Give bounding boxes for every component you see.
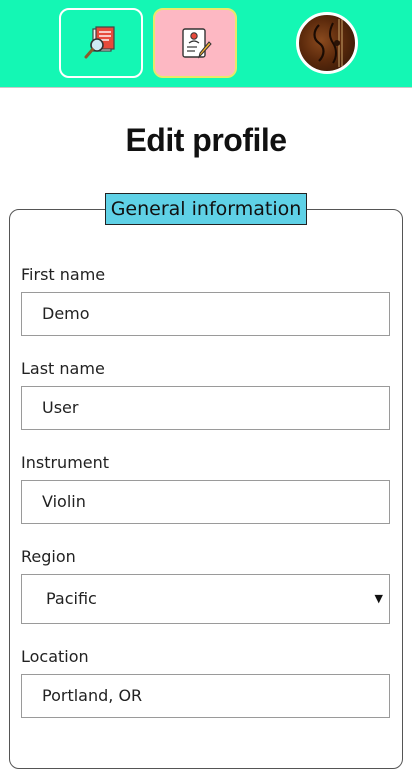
dropdown-arrow-icon: ▼ xyxy=(374,592,383,605)
user-avatar[interactable] xyxy=(296,12,358,74)
location-input[interactable]: Portland, OR xyxy=(21,674,390,718)
region-select[interactable]: Pacific ▼ xyxy=(21,574,390,624)
first-name-label: First name xyxy=(21,265,106,284)
location-label: Location xyxy=(21,647,89,666)
instrument-label: Instrument xyxy=(21,453,110,472)
violin-avatar-icon xyxy=(313,19,343,67)
last-name-label: Last name xyxy=(21,359,105,378)
instrument-input[interactable]: Violin xyxy=(21,480,390,524)
top-navigation-bar xyxy=(0,0,412,88)
section-legend: General information xyxy=(105,193,307,225)
region-selected-value: Pacific xyxy=(46,589,97,608)
search-nav-button[interactable] xyxy=(59,8,143,78)
last-name-input[interactable]: User xyxy=(21,386,390,430)
edit-profile-icon xyxy=(182,28,212,59)
region-label: Region xyxy=(21,547,76,566)
first-name-input[interactable]: Demo xyxy=(21,292,390,336)
search-document-icon xyxy=(84,26,115,59)
page-title: Edit profile xyxy=(125,122,287,158)
edit-profile-nav-button[interactable] xyxy=(153,8,237,78)
